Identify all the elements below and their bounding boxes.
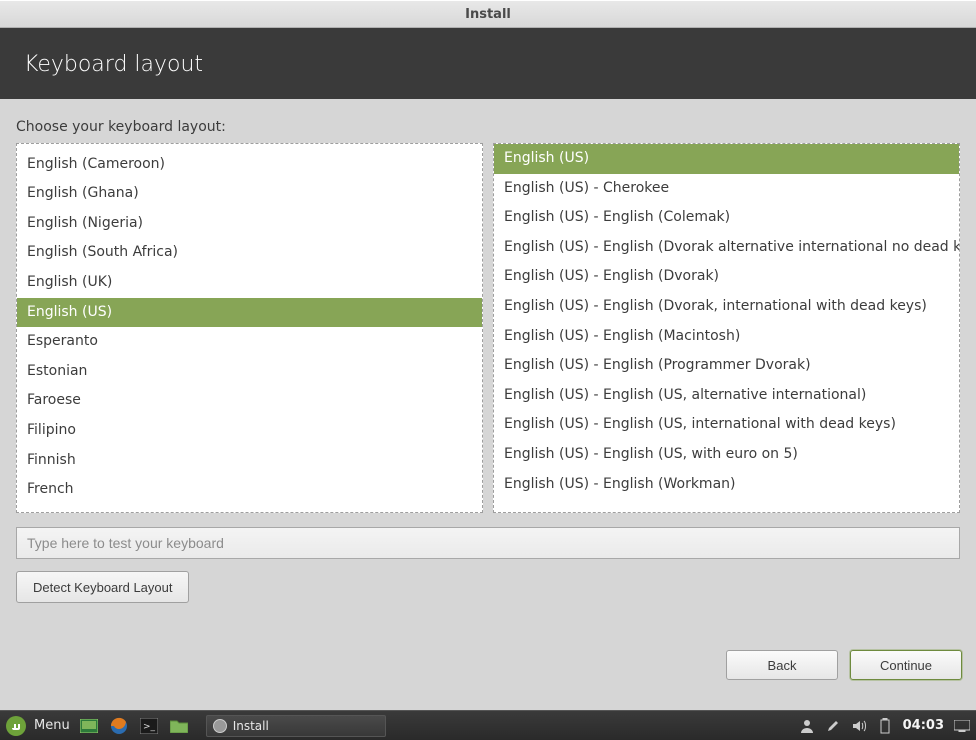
mint-logo-icon[interactable] <box>6 716 26 736</box>
task-app-icon <box>213 719 227 733</box>
page-header: Keyboard layout <box>0 28 976 99</box>
nav-buttons: Back Continue <box>726 650 962 680</box>
layout-list-variant[interactable]: English (US)English (US) - CherokeeEngli… <box>493 143 960 513</box>
task-label: Install <box>233 719 269 733</box>
edit-icon[interactable] <box>825 718 841 734</box>
layout-variant-item[interactable]: English (US) - English (Dvorak alternati… <box>494 233 959 263</box>
detect-keyboard-button[interactable]: Detect Keyboard Layout <box>16 571 189 603</box>
layout-variant-item[interactable]: English (US) - English (Workman) <box>494 470 959 500</box>
layout-primary-item[interactable]: Filipino <box>17 416 482 446</box>
layout-variant-item[interactable]: English (US) - English (Programmer Dvora… <box>494 351 959 381</box>
layout-primary-item[interactable]: Finnish <box>17 446 482 476</box>
terminal-icon[interactable]: >_ <box>138 715 160 737</box>
volume-icon[interactable] <box>851 718 867 734</box>
files-icon[interactable] <box>168 715 190 737</box>
show-desktop-icon[interactable] <box>78 715 100 737</box>
layout-primary-item[interactable]: English (Cameroon) <box>17 150 482 180</box>
window-titlebar: Install <box>0 0 976 28</box>
main-content: Choose your keyboard layout: DzongkhaEng… <box>0 99 976 603</box>
layout-lists-row: DzongkhaEnglish (Cameroon)English (Ghana… <box>16 143 960 513</box>
user-icon[interactable] <box>799 718 815 734</box>
layout-primary-item[interactable]: Faroese <box>17 386 482 416</box>
clock[interactable]: 04:03 <box>903 718 944 733</box>
layout-variant-item[interactable]: English (US) - Cherokee <box>494 174 959 204</box>
window-title: Install <box>465 7 511 22</box>
layout-primary-item[interactable]: Esperanto <box>17 327 482 357</box>
page-title: Keyboard layout <box>24 52 203 77</box>
layout-variant-item[interactable]: English (US) - English (Dvorak, internat… <box>494 292 959 322</box>
layout-primary-item[interactable]: English (US) <box>17 298 482 328</box>
taskbar-left: Menu >_ Install <box>6 715 386 737</box>
battery-icon[interactable] <box>877 718 893 734</box>
layout-primary-item[interactable]: French <box>17 475 482 505</box>
taskbar-right: 04:03 <box>799 718 970 734</box>
layout-variant-item[interactable]: English (US) - English (Dvorak) <box>494 262 959 292</box>
layout-variant-item[interactable]: English (US) - English (US, internationa… <box>494 410 959 440</box>
layout-primary-item[interactable]: English (South Africa) <box>17 238 482 268</box>
taskbar: Menu >_ Install 04:03 <box>0 710 976 740</box>
svg-text:>_: >_ <box>143 722 156 732</box>
firefox-icon[interactable] <box>108 715 130 737</box>
layout-variant-item[interactable]: English (US) - English (US, alternative … <box>494 381 959 411</box>
layout-list-primary[interactable]: DzongkhaEnglish (Cameroon)English (Ghana… <box>16 143 483 513</box>
layout-variant-item[interactable]: English (US) - English (Colemak) <box>494 203 959 233</box>
back-button[interactable]: Back <box>726 650 838 680</box>
layout-primary-item[interactable]: English (Ghana) <box>17 179 482 209</box>
layout-primary-item[interactable]: Estonian <box>17 357 482 387</box>
layout-variant-item[interactable]: English (US) - English (Macintosh) <box>494 322 959 352</box>
desktop-switcher-icon[interactable] <box>954 718 970 734</box>
layout-primary-item[interactable]: English (UK) <box>17 268 482 298</box>
taskbar-task-install[interactable]: Install <box>206 715 386 737</box>
keyboard-test-input[interactable] <box>16 527 960 559</box>
layout-variant-item[interactable]: English (US) - English (US, with euro on… <box>494 440 959 470</box>
layout-variant-item[interactable]: English (US) <box>494 144 959 174</box>
layout-primary-item[interactable]: English (Nigeria) <box>17 209 482 239</box>
layout-primary-item[interactable]: Dzongkha <box>17 143 482 150</box>
continue-button[interactable]: Continue <box>850 650 962 680</box>
prompt-label: Choose your keyboard layout: <box>16 119 960 135</box>
menu-button[interactable]: Menu <box>34 718 70 733</box>
